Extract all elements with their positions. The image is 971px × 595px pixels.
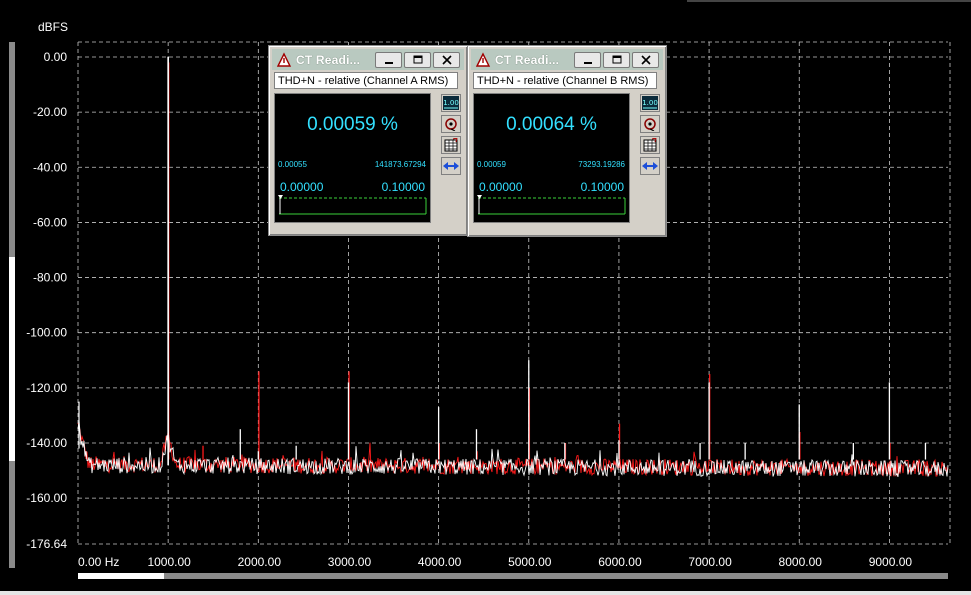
probe-icon bbox=[644, 118, 656, 131]
stretch-button[interactable] bbox=[441, 157, 461, 175]
y-tick-label: 0.00 bbox=[44, 50, 68, 64]
x-tick-label: 5000.00 bbox=[508, 555, 552, 569]
panel-titlebar[interactable]: CT Readi... bbox=[272, 49, 464, 70]
y-tick-label: -80.00 bbox=[33, 271, 67, 285]
probe-button[interactable] bbox=[640, 115, 660, 133]
bar-scale-min: 0.00000 bbox=[479, 180, 523, 194]
reading-bar-meter bbox=[278, 195, 427, 215]
x-tick-label: 4000.00 bbox=[418, 555, 462, 569]
x-tick-label: 3000.00 bbox=[328, 555, 372, 569]
reading-bar-meter bbox=[477, 195, 626, 215]
close-icon bbox=[640, 54, 651, 65]
triangle-meter-icon bbox=[276, 51, 292, 67]
spectrum-analyzer-window: dBFS 0.00 -20.00 -40.00 -60.00 -80.00 -100.00 -… bbox=[0, 0, 971, 595]
panel-title: CT Readi... bbox=[495, 52, 560, 67]
reading-display: 0.00064 % 0.00059 73293.19286 0.00000 0.… bbox=[473, 93, 630, 223]
ct-reading-panel-channel-b[interactable]: CT Readi... THD+N - relative (Channel B … bbox=[467, 45, 667, 237]
minimize-icon bbox=[384, 61, 393, 64]
reading-min-value: 0.00059 bbox=[477, 160, 506, 169]
panel-title: CT Readi... bbox=[296, 52, 361, 67]
minimize-button[interactable] bbox=[375, 51, 402, 68]
y-tick-label: -120.00 bbox=[26, 381, 67, 395]
reading-display: 0.00059 % 0.00055 141873.67294 0.00000 0… bbox=[274, 93, 431, 223]
measurement-label[interactable]: THD+N - relative (Channel B RMS) bbox=[473, 72, 657, 89]
table-button[interactable] bbox=[640, 136, 660, 154]
meter-scale-icon: 1.00 bbox=[642, 96, 658, 110]
bar-scale-max: 0.10000 bbox=[580, 180, 624, 194]
y-tick-label: -60.00 bbox=[33, 215, 67, 229]
ct-reading-panel-channel-a[interactable]: CT Readi... THD+N - relative (Channel A … bbox=[268, 45, 468, 236]
close-button[interactable] bbox=[433, 51, 460, 68]
meter-scale-button[interactable]: 1.00 bbox=[441, 94, 461, 112]
probe-icon bbox=[445, 118, 457, 131]
maximize-icon bbox=[413, 55, 422, 63]
meter-scale-icon: 1.00 bbox=[443, 96, 459, 110]
svg-text:1.00: 1.00 bbox=[642, 99, 658, 107]
stretch-button[interactable] bbox=[640, 157, 660, 175]
reading-value: 0.00064 % bbox=[506, 114, 597, 135]
panel-titlebar[interactable]: CT Readi... bbox=[471, 49, 663, 70]
table-icon bbox=[643, 138, 657, 152]
x-tick-label: 8000.00 bbox=[779, 555, 823, 569]
vertical-scrollbar-thumb[interactable] bbox=[9, 257, 15, 461]
maximize-button[interactable] bbox=[603, 51, 630, 68]
stretch-arrows-icon bbox=[443, 162, 459, 170]
reading-value: 0.00059 % bbox=[307, 114, 398, 135]
measurement-label[interactable]: THD+N - relative (Channel A RMS) bbox=[274, 72, 458, 89]
horizontal-scrollbar-thumb[interactable] bbox=[78, 573, 164, 579]
horizontal-scrollbar-track[interactable] bbox=[78, 573, 948, 579]
x-tick-label: 1000.00 bbox=[147, 555, 191, 569]
svg-text:1.00: 1.00 bbox=[443, 99, 459, 107]
reading-max-value: 141873.67294 bbox=[374, 160, 426, 169]
table-icon bbox=[444, 138, 458, 152]
meter-scale-button[interactable]: 1.00 bbox=[640, 94, 660, 112]
y-tick-label: -160.00 bbox=[26, 491, 67, 505]
close-icon bbox=[441, 54, 452, 65]
x-tick-label: 7000.00 bbox=[688, 555, 732, 569]
maximize-icon bbox=[612, 55, 621, 63]
y-tick-label: -176.64 bbox=[26, 537, 67, 551]
x-tick-label: 2000.00 bbox=[238, 555, 282, 569]
stretch-arrows-icon bbox=[642, 162, 658, 170]
y-tick-label: -100.00 bbox=[26, 326, 67, 340]
reading-max-value: 73293.19286 bbox=[578, 160, 625, 169]
triangle-meter-icon bbox=[475, 51, 491, 67]
y-tick-label: -40.00 bbox=[33, 160, 67, 174]
reading-min-value: 0.00055 bbox=[278, 160, 307, 169]
close-button[interactable] bbox=[632, 51, 659, 68]
table-button[interactable] bbox=[441, 136, 461, 154]
probe-button[interactable] bbox=[441, 115, 461, 133]
maximize-button[interactable] bbox=[404, 51, 431, 68]
y-tick-label: -140.00 bbox=[26, 436, 67, 450]
minimize-icon bbox=[583, 61, 592, 64]
bar-scale-max: 0.10000 bbox=[381, 180, 425, 194]
minimize-button[interactable] bbox=[574, 51, 601, 68]
bottom-border bbox=[0, 591, 971, 595]
y-axis-label: dBFS bbox=[38, 20, 68, 34]
x-tick-label: 6000.00 bbox=[598, 555, 642, 569]
y-tick-label: -20.00 bbox=[33, 105, 67, 119]
x-tick-label: 0.00 Hz bbox=[78, 555, 119, 569]
bar-scale-min: 0.00000 bbox=[280, 180, 324, 194]
x-tick-label: 9000.00 bbox=[869, 555, 913, 569]
